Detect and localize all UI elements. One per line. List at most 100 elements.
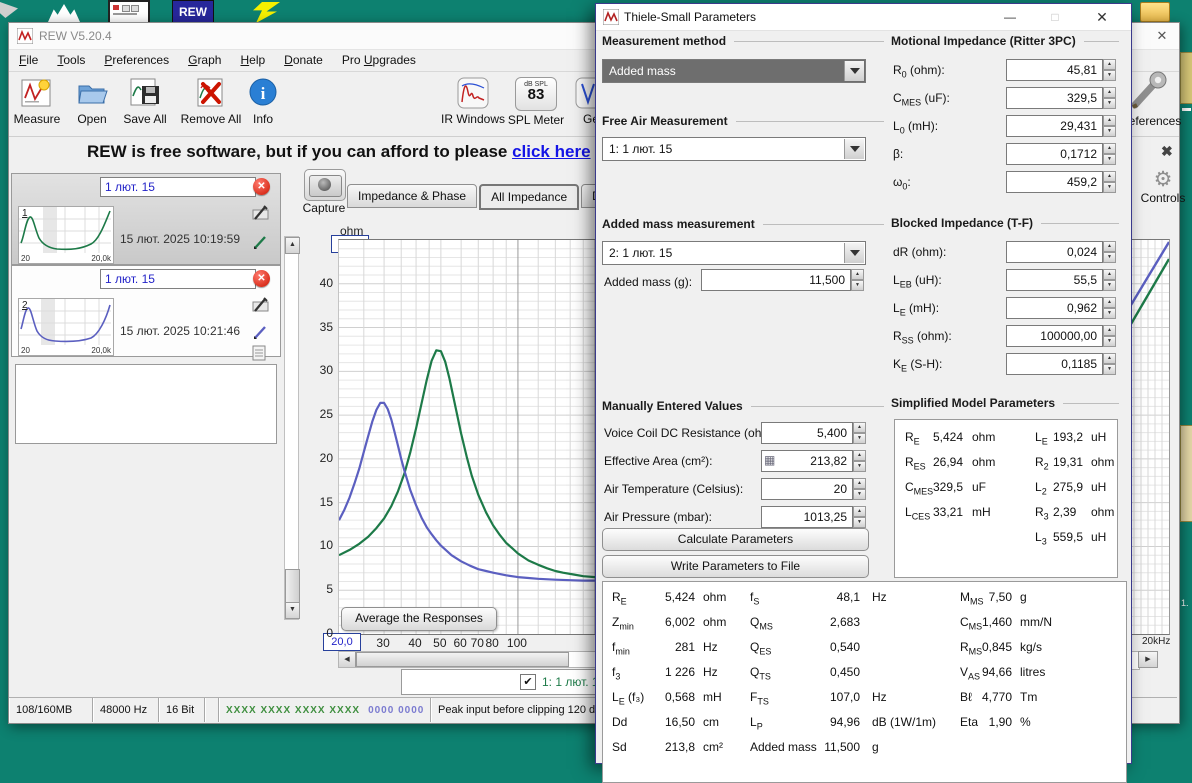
spinner[interactable]: ▲ ▼ bbox=[1103, 115, 1116, 137]
spinner[interactable]: ▲ ▼ bbox=[853, 478, 866, 500]
tab-all-impedance[interactable]: All Impedance bbox=[479, 184, 580, 210]
write-parameters-button[interactable]: Write Parameters to File bbox=[602, 555, 869, 578]
dropdown-arrow-icon[interactable] bbox=[844, 243, 864, 263]
manual-field-2[interactable]: 20 bbox=[761, 478, 853, 500]
param-field-blocked-1[interactable]: 55,5 bbox=[1006, 269, 1103, 291]
measurement-1-name-input[interactable] bbox=[100, 177, 256, 197]
menu-donate[interactable]: Donate bbox=[284, 53, 323, 67]
spinner[interactable]: ▲ ▼ bbox=[853, 422, 866, 444]
spin-up-icon[interactable]: ▲ bbox=[853, 450, 866, 461]
added-mass-field[interactable]: 11,500 bbox=[701, 269, 851, 291]
remove-all-button[interactable]: Remove All bbox=[177, 76, 245, 126]
spinner[interactable]: ▲ ▼ bbox=[1103, 171, 1116, 193]
measurement-card-1[interactable]: ✕ 1 20 20,0k 15 лют. 2025 10:19:59 bbox=[11, 173, 281, 265]
measurement-notes-box[interactable] bbox=[15, 364, 277, 444]
spinner[interactable]: ▲ ▼ bbox=[1103, 59, 1116, 81]
ir-windows-button[interactable]: IR Windows bbox=[438, 76, 508, 126]
spin-down-icon[interactable]: ▼ bbox=[853, 517, 866, 528]
menu-graph[interactable]: Graph bbox=[188, 53, 221, 67]
spin-up-icon[interactable]: ▲ bbox=[1103, 241, 1116, 252]
spin-down-icon[interactable]: ▼ bbox=[1103, 336, 1116, 347]
spin-up-icon[interactable]: ▲ bbox=[1103, 171, 1116, 182]
spin-up-icon[interactable]: ▲ bbox=[1103, 297, 1116, 308]
param-field-motional-3[interactable]: 0,1712 bbox=[1006, 143, 1103, 165]
legend-checkbox[interactable]: ✔ bbox=[520, 674, 536, 690]
donate-link[interactable]: click here bbox=[512, 142, 590, 161]
scrollbar-thumb[interactable] bbox=[285, 569, 300, 605]
spin-down-icon[interactable]: ▼ bbox=[1103, 126, 1116, 137]
spin-up-icon[interactable]: ▲ bbox=[853, 422, 866, 433]
spin-up-icon[interactable]: ▲ bbox=[851, 269, 864, 280]
average-responses-button[interactable]: Average the Responses bbox=[341, 607, 497, 631]
spin-up-icon[interactable]: ▲ bbox=[853, 478, 866, 489]
spinner[interactable]: ▲ ▼ bbox=[1103, 241, 1116, 263]
capture-button[interactable] bbox=[304, 169, 346, 201]
param-field-motional-1[interactable]: 329,5 bbox=[1006, 87, 1103, 109]
param-field-blocked-4[interactable]: 0,1185 bbox=[1006, 353, 1103, 375]
param-field-motional-4[interactable]: 459,2 bbox=[1006, 171, 1103, 193]
measurement-1-thumbnail[interactable]: 1 20 20,0k bbox=[18, 206, 114, 264]
spin-up-icon[interactable]: ▲ bbox=[1103, 87, 1116, 98]
pencil-icon-blue[interactable] bbox=[252, 323, 270, 341]
param-field-motional-2[interactable]: 29,431 bbox=[1006, 115, 1103, 137]
minimize-icon[interactable]: — bbox=[999, 8, 1021, 26]
spin-up-icon[interactable]: ▲ bbox=[1103, 59, 1116, 70]
delete-measurement-2-icon[interactable]: ✕ bbox=[253, 270, 270, 287]
spin-down-icon[interactable]: ▼ bbox=[1103, 308, 1116, 319]
added-mass-measurement-select[interactable]: 2: 1 лют. 15 bbox=[602, 241, 866, 265]
save-all-button[interactable]: Save All bbox=[117, 76, 173, 126]
dialog-title-bar[interactable]: Thiele-Small Parameters — □ ✕ bbox=[596, 4, 1131, 31]
menu-help[interactable]: Help bbox=[240, 53, 265, 67]
menu-file[interactable]: File bbox=[19, 53, 38, 67]
open-button[interactable]: Open bbox=[64, 76, 120, 126]
impedance-chart[interactable] bbox=[338, 239, 601, 635]
menu-preferences[interactable]: Preferences bbox=[104, 53, 169, 67]
dropdown-arrow-icon[interactable] bbox=[844, 139, 864, 159]
measurement-2-name-input[interactable] bbox=[100, 269, 256, 289]
spin-down-icon[interactable]: ▼ bbox=[851, 280, 864, 291]
spl-meter-button[interactable]: dB SPL 83 SPL Meter bbox=[506, 76, 566, 127]
added-mass-spinner[interactable]: ▲ ▼ bbox=[851, 269, 864, 291]
spinner[interactable]: ▲ ▼ bbox=[853, 450, 866, 472]
notes-icon[interactable] bbox=[252, 345, 268, 361]
spin-down-icon[interactable]: ▼ bbox=[1103, 280, 1116, 291]
measurement-1-index[interactable]: 1 bbox=[22, 208, 28, 219]
panel-scrollbar[interactable]: ▲ ▼ bbox=[284, 236, 300, 620]
measure-button[interactable]: Measure bbox=[9, 76, 65, 126]
spinner[interactable]: ▲ ▼ bbox=[1103, 297, 1116, 319]
measurement-2-index[interactable]: 2 bbox=[22, 300, 28, 311]
close-banner-icon[interactable]: ✖ bbox=[1161, 143, 1173, 160]
spin-down-icon[interactable]: ▼ bbox=[1103, 98, 1116, 109]
spin-down-icon[interactable]: ▼ bbox=[853, 461, 866, 472]
param-field-blocked-3[interactable]: 100000,00 bbox=[1006, 325, 1103, 347]
spin-down-icon[interactable]: ▼ bbox=[853, 489, 866, 500]
manual-field-3[interactable]: 1013,25 bbox=[761, 506, 853, 528]
dialog-close-icon[interactable]: ✕ bbox=[1091, 8, 1113, 26]
delete-measurement-1-icon[interactable]: ✕ bbox=[253, 178, 270, 195]
spin-down-icon[interactable]: ▼ bbox=[1103, 364, 1116, 375]
spin-up-icon[interactable]: ▲ bbox=[1103, 325, 1116, 336]
spin-down-icon[interactable]: ▼ bbox=[1103, 182, 1116, 193]
param-field-blocked-2[interactable]: 0,962 bbox=[1006, 297, 1103, 319]
spinner[interactable]: ▲ ▼ bbox=[1103, 143, 1116, 165]
chart-horizontal-scrollbar[interactable]: ◀ bbox=[338, 651, 596, 668]
scroll-left-icon[interactable]: ◀ bbox=[339, 652, 356, 667]
measurement-card-2[interactable]: ✕ 2 20 20,0k 15 лют. 2025 10:21:46 bbox=[11, 265, 281, 361]
spin-down-icon[interactable]: ▼ bbox=[1103, 70, 1116, 81]
spin-up-icon[interactable]: ▲ bbox=[1103, 115, 1116, 126]
trim-ir-icon[interactable] bbox=[252, 296, 270, 314]
menu-tools[interactable]: Tools bbox=[57, 53, 85, 67]
spin-up-icon[interactable]: ▲ bbox=[1103, 143, 1116, 154]
manual-field-1[interactable]: ▦ 213,82 bbox=[761, 450, 853, 472]
spinner[interactable]: ▲ ▼ bbox=[1103, 353, 1116, 375]
spin-up-icon[interactable]: ▲ bbox=[1103, 353, 1116, 364]
controls-button[interactable]: ⚙ Controls bbox=[1127, 169, 1192, 219]
scroll-up-icon[interactable]: ▲ bbox=[285, 237, 300, 254]
spin-up-icon[interactable]: ▲ bbox=[1103, 269, 1116, 280]
tab-impedance-phase[interactable]: Impedance & Phase bbox=[347, 184, 478, 208]
measurement-2-thumbnail[interactable]: 2 20 20,0k bbox=[18, 298, 114, 356]
scroll-right-icon[interactable]: ▶ bbox=[1138, 651, 1158, 668]
scroll-down-icon[interactable]: ▼ bbox=[285, 602, 300, 619]
spin-down-icon[interactable]: ▼ bbox=[1103, 252, 1116, 263]
spinner[interactable]: ▲ ▼ bbox=[853, 506, 866, 528]
